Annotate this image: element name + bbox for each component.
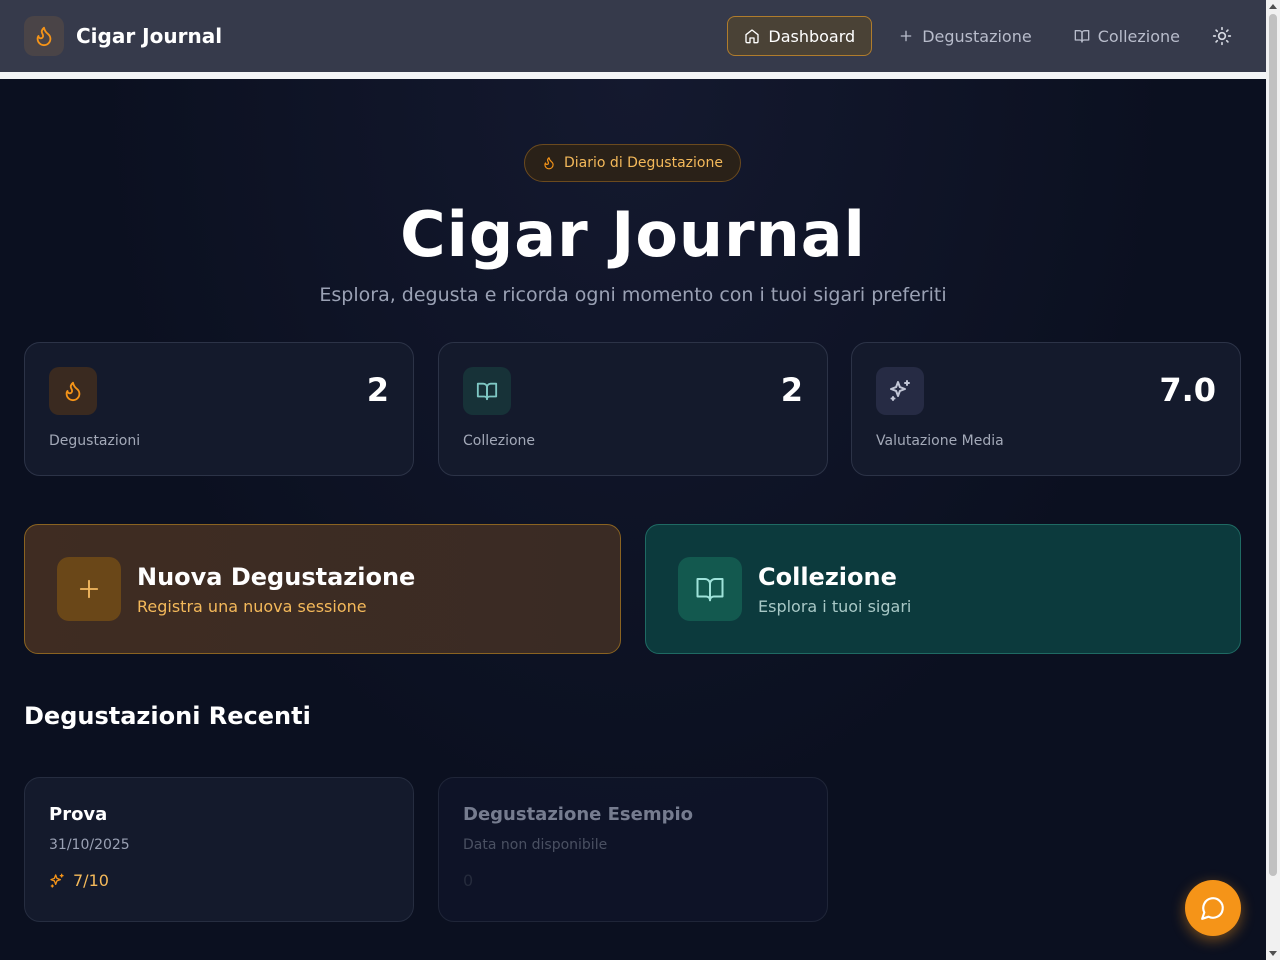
recent-title: Prova	[49, 804, 108, 825]
action-subtitle: Registra una nuova sessione	[137, 596, 367, 616]
plus-icon	[900, 30, 912, 42]
stat-label: Collezione	[463, 433, 536, 449]
book-icon	[463, 367, 511, 415]
stat-card-degustazioni: 2 Degustazioni	[24, 342, 414, 476]
scrollbar-thumb[interactable]	[1269, 14, 1277, 876]
brand[interactable]: Cigar Journal	[24, 16, 222, 56]
brand-title: Cigar Journal	[76, 24, 223, 48]
hero-badge: Diario di Degustazione	[524, 144, 741, 182]
scroll-up-icon[interactable]	[1269, 4, 1277, 9]
plus-icon	[57, 557, 121, 621]
scroll-down-icon[interactable]	[1269, 951, 1277, 956]
flame-icon	[24, 16, 64, 56]
nav-links: Dashboard Degustazione Collezione	[717, 16, 1242, 56]
recent-date: 31/10/2025	[49, 837, 130, 853]
new-tasting-card[interactable]: Nuova Degustazione Registra una nuova se…	[24, 524, 621, 654]
stat-card-valutazione: 7.0 Valutazione Media	[851, 342, 1241, 476]
action-subtitle: Esplora i tuoi sigari	[758, 596, 912, 616]
stat-label: Valutazione Media	[876, 433, 1004, 449]
stat-value: 7.0	[1159, 371, 1216, 409]
chat-bubble-icon	[1201, 897, 1224, 920]
theme-toggle-button[interactable]	[1202, 16, 1242, 56]
scrollbar[interactable]	[1266, 0, 1280, 960]
nav-link-label: Dashboard	[768, 26, 856, 46]
hero-subtitle: Esplora, degusta e ricorda ogni momento …	[319, 284, 947, 306]
sun-icon	[1212, 26, 1232, 46]
recent-date: Data non disponibile	[463, 837, 608, 853]
book-icon	[678, 557, 742, 621]
book-icon	[1074, 30, 1090, 43]
rating-value: 0	[463, 871, 474, 890]
hero-badge-label: Diario di Degustazione	[564, 155, 723, 171]
flame-icon	[544, 157, 554, 170]
recent-title: Degustazione Esempio	[463, 804, 694, 825]
nav-link-label: Collezione	[1097, 26, 1180, 46]
sparkles-icon	[50, 873, 64, 888]
nav-link-label: Degustazione	[922, 26, 1032, 46]
stat-card-collezione: 2 Collezione	[438, 342, 828, 476]
recent-tasting-card[interactable]: Prova 31/10/2025 7/10	[24, 777, 414, 922]
hero-title: Cigar Journal	[400, 198, 866, 271]
stat-value: 2	[366, 371, 389, 409]
flame-icon	[49, 367, 97, 415]
rating-value: 7/10	[73, 871, 109, 890]
chat-button[interactable]	[1185, 880, 1241, 936]
sparkles-icon	[876, 367, 924, 415]
recent-tasting-card[interactable]: Degustazione Esempio Data non disponibil…	[438, 777, 828, 922]
nav-link-collezione[interactable]: Collezione	[1058, 16, 1196, 56]
nav-link-degustazione[interactable]: Degustazione	[882, 16, 1048, 56]
nav-divider	[0, 72, 1266, 79]
action-title: Collezione	[758, 562, 897, 591]
recent-rating: 0	[463, 871, 803, 890]
section-title-recent: Degustazioni Recenti	[24, 702, 311, 730]
stat-label: Degustazioni	[49, 433, 141, 449]
action-title: Nuova Degustazione	[137, 562, 416, 591]
stat-value: 2	[780, 371, 803, 409]
navbar: Cigar Journal Dashboard Degustazione Col…	[0, 0, 1266, 72]
collection-card[interactable]: Collezione Esplora i tuoi sigari	[645, 524, 1241, 654]
home-icon	[745, 29, 760, 44]
recent-rating: 7/10	[49, 871, 389, 890]
nav-link-dashboard[interactable]: Dashboard	[727, 16, 873, 56]
